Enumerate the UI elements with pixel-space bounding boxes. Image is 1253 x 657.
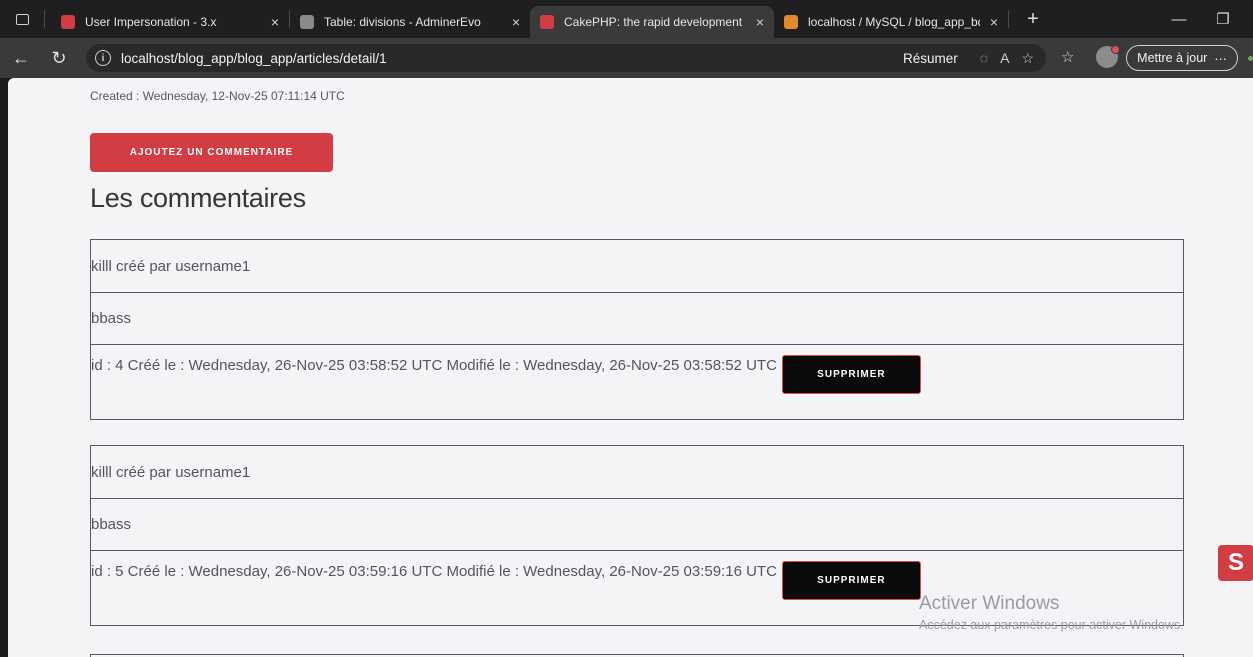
tab-actions-icon [15, 13, 29, 25]
cakephp-logo-icon[interactable]: S [1218, 545, 1253, 581]
comment-title-row: killl créé par username1 [91, 446, 1183, 499]
tab-actions-button[interactable] [0, 0, 44, 38]
refresh-icon[interactable]: ↻ [48, 47, 70, 69]
comment-card: killl créé par username1 bbass id : 4 Cr… [90, 239, 1184, 420]
read-aloud-icon[interactable]: A [1000, 50, 1009, 66]
favorite-star-icon[interactable]: ☆ [1021, 50, 1034, 67]
phpmyadmin-favicon-icon [784, 15, 798, 29]
comment-meta: id : 5 Créé le : Wednesday, 26-Nov-25 03… [91, 563, 777, 580]
restore-icon[interactable]: ❐ [1200, 0, 1246, 38]
tab-adminer[interactable]: Table: divisions - AdminerEvo × [290, 6, 530, 38]
back-arrow-icon[interactable]: ← [10, 47, 32, 69]
watermark-subtitle: Accédez aux paramètres pour activer Wind… [919, 618, 1184, 632]
tab-title: localhost / MySQL / blog_app_bd [808, 15, 980, 29]
tab-cakephp[interactable]: CakePHP: the rapid development × [530, 6, 774, 38]
tab-user-impersonation[interactable]: User Impersonation - 3.x × [51, 6, 289, 38]
tab-title: User Impersonation - 3.x [85, 15, 217, 29]
summarize-button[interactable]: Résumer [903, 51, 958, 66]
comment-body: bbass [91, 310, 132, 327]
delete-comment-button[interactable]: SUPPRIMER [781, 561, 921, 600]
copilot-icon[interactable]: ◌ [980, 50, 988, 66]
close-icon[interactable]: × [990, 14, 998, 30]
more-icon: ⋯ [1214, 51, 1227, 66]
add-comment-button[interactable]: AJOUTEZ UN COMMENTAIRE [90, 133, 333, 172]
address-toolbar: ← ↻ i localhost/blog_app/blog_app/articl… [0, 38, 1253, 78]
update-label: Mettre à jour [1137, 51, 1208, 65]
cakephp-favicon-icon [540, 15, 554, 29]
tab-title: CakePHP: the rapid development [564, 15, 743, 29]
close-icon[interactable]: × [756, 14, 764, 30]
cakephp-favicon-icon [61, 15, 75, 29]
comment-title: killl créé par username1 [91, 463, 251, 481]
page-viewport: Created : Wednesday, 12-Nov-25 07:11:14 … [8, 78, 1253, 657]
close-icon[interactable]: × [271, 14, 279, 30]
comment-title: killl créé par username1 [91, 257, 251, 275]
update-button[interactable]: Mettre à jour ⋯ [1126, 45, 1238, 71]
tab-phpmyadmin[interactable]: localhost / MySQL / blog_app_bd × [774, 6, 1008, 38]
windows-activation-watermark: Activer Windows Accédez aux paramètres p… [919, 593, 1184, 632]
tab-separator [1008, 10, 1009, 28]
comment-body: bbass [91, 516, 132, 533]
tab-title: Table: divisions - AdminerEvo [324, 15, 481, 29]
close-icon[interactable]: × [512, 14, 520, 30]
adminer-favicon-icon [300, 15, 314, 29]
status-dot [1248, 56, 1253, 61]
url-text[interactable]: localhost/blog_app/blog_app/articles/det… [121, 51, 903, 66]
new-tab-icon[interactable]: + [1021, 8, 1045, 31]
tab-strip: User Impersonation - 3.x × Table: divisi… [0, 0, 1253, 38]
comment-meta-row: id : 4 Créé le : Wednesday, 26-Nov-25 03… [91, 345, 1183, 419]
watermark-title: Activer Windows [919, 593, 1060, 614]
delete-comment-button[interactable]: SUPPRIMER [781, 355, 921, 394]
profile-avatar[interactable] [1096, 45, 1120, 68]
info-icon[interactable]: i [95, 50, 111, 66]
comment-title-row: killl créé par username1 [91, 240, 1183, 293]
notification-dot [1111, 45, 1120, 54]
minimize-icon[interactable]: — [1156, 0, 1202, 38]
comments-heading: Les commentaires [90, 183, 306, 213]
address-bar[interactable]: i localhost/blog_app/blog_app/articles/d… [86, 44, 1046, 72]
comment-body-row: bbass [91, 293, 1183, 345]
tab-separator [44, 10, 45, 28]
article-detail-page: Created : Wednesday, 12-Nov-25 07:11:14 … [8, 78, 1253, 657]
comment-body-row: bbass [91, 499, 1183, 551]
article-created-date: Created : Wednesday, 12-Nov-25 07:11:14 … [90, 89, 345, 103]
comment-meta: id : 4 Créé le : Wednesday, 26-Nov-25 03… [91, 357, 777, 374]
favorites-list-icon[interactable]: ☆ [1061, 48, 1074, 66]
